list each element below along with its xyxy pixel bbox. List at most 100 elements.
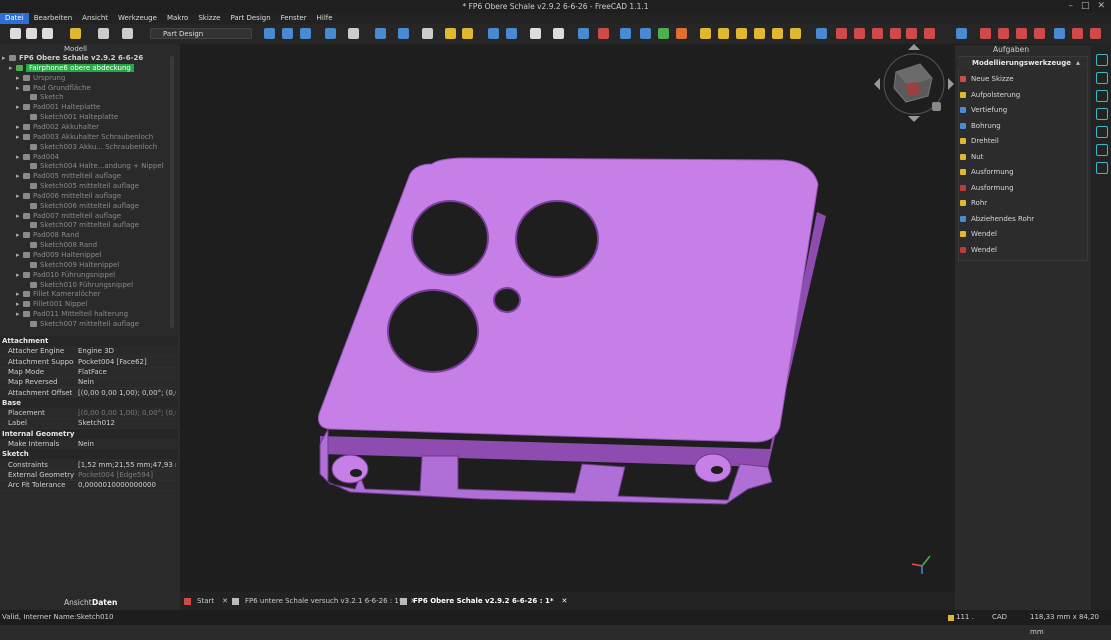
- tree-item[interactable]: ▸ Fillet Kameralöcher: [2, 289, 188, 299]
- helix-tool-icon[interactable]: [772, 28, 783, 39]
- tree-expand-arrow-icon[interactable]: ▸: [16, 73, 23, 83]
- tree-expand-arrow-icon[interactable]: ▸: [16, 211, 23, 221]
- new-file-icon[interactable]: [10, 28, 21, 39]
- view-tool-icon[interactable]: [1096, 54, 1108, 66]
- tree-item[interactable]: ▸ Pad008 Rand: [2, 230, 188, 240]
- tree-item[interactable]: ▸ Pad006 mittelteil auflage: [2, 191, 188, 201]
- tree-item[interactable]: ▸ Pad009 Haltenippel: [2, 250, 188, 260]
- task-tool-item[interactable]: Ausformung: [960, 181, 1014, 195]
- property-section-header[interactable]: Internal Geometry: [0, 428, 178, 439]
- revolution-tool-icon[interactable]: [718, 28, 729, 39]
- tree-expand-arrow-icon[interactable]: ▸: [16, 102, 23, 112]
- tree-expand-arrow-icon[interactable]: ▸: [16, 299, 23, 309]
- view-tool-icon[interactable]: [1096, 144, 1108, 156]
- tree-item[interactable]: ▸ Pad004: [2, 152, 188, 162]
- tree-item[interactable]: ▸ Fillet001 Nippel: [2, 299, 188, 309]
- task-tool-item[interactable]: Neue Skizze: [960, 72, 1014, 86]
- property-value[interactable]: FlatFace: [78, 367, 176, 377]
- status-zoom[interactable]: 111 .: [956, 610, 974, 625]
- boolean-icon[interactable]: [956, 28, 967, 39]
- workbench-selector[interactable]: Part Design: [150, 28, 252, 39]
- property-section-header[interactable]: Attachment: [0, 336, 178, 346]
- tree-item[interactable]: Sketch004 Halte...andung + Nippel: [2, 161, 195, 171]
- fit-selection-icon[interactable]: [282, 28, 293, 39]
- property-value[interactable]: Pocket004 [Edge594]: [78, 470, 176, 480]
- navigation-style[interactable]: CAD: [992, 610, 1007, 625]
- maximize-icon[interactable]: □: [1081, 1, 1090, 11]
- tree-expand-arrow-icon[interactable]: ▸: [16, 132, 23, 142]
- property-value[interactable]: Engine 3D: [78, 346, 176, 356]
- task-tool-item[interactable]: Rohr: [960, 196, 987, 210]
- tree-expand-arrow-icon[interactable]: ▸: [16, 289, 23, 299]
- undo-icon[interactable]: [70, 28, 81, 39]
- menu-fenster[interactable]: Fenster: [276, 13, 312, 24]
- close-tab-icon[interactable]: ✕: [561, 597, 567, 605]
- body-icon[interactable]: [578, 28, 589, 39]
- task-tool-item[interactable]: Ausformung: [960, 165, 1014, 179]
- minimize-icon[interactable]: –: [1068, 1, 1073, 11]
- tree-item[interactable]: Sketch: [2, 92, 195, 102]
- menu-ansicht[interactable]: Ansicht: [77, 13, 113, 24]
- shape-binder-icon[interactable]: [658, 28, 669, 39]
- redo-icon[interactable]: [98, 28, 109, 39]
- task-tool-item[interactable]: Abziehendes Rohr: [960, 212, 1034, 226]
- tree-item[interactable]: ▸ Pad Grundfläche: [2, 83, 188, 93]
- task-tool-item[interactable]: Nut: [960, 150, 983, 164]
- macro-icon[interactable]: [530, 28, 541, 39]
- tree-expand-arrow-icon[interactable]: ▸: [16, 191, 23, 201]
- refresh-icon[interactable]: [122, 28, 133, 39]
- view-front-icon[interactable]: [325, 28, 336, 39]
- subtractive-helix-icon[interactable]: [906, 28, 917, 39]
- property-value[interactable]: Nein: [78, 377, 176, 387]
- close-icon[interactable]: ✕: [1097, 1, 1105, 11]
- view-tool-icon[interactable]: [1096, 72, 1108, 84]
- tree-item[interactable]: Sketch003 Akku... Schraubenloch: [2, 142, 195, 152]
- tree-expand-arrow-icon[interactable]: ▸: [16, 152, 23, 162]
- tree-item[interactable]: ▸ Pad010 Führungsnippel: [2, 270, 188, 280]
- tree-item[interactable]: Sketch010 Führungsnippel: [2, 280, 195, 290]
- draft-icon[interactable]: [1016, 28, 1027, 39]
- view-tool-icon[interactable]: [1096, 162, 1108, 174]
- property-row[interactable]: Arc Fit Tolerance 0,0000010000000000: [0, 480, 176, 492]
- tree-scrollbar[interactable]: [170, 56, 174, 328]
- 3d-viewport[interactable]: [180, 44, 955, 592]
- view-cube-icon[interactable]: [300, 28, 311, 39]
- model-tree[interactable]: ▸ FP6 Obere Schale v2.9.2 6-6-26 ▸ Fairphon…: [2, 53, 174, 333]
- groove-tool-icon[interactable]: [854, 28, 865, 39]
- draw-style-icon[interactable]: [348, 28, 359, 39]
- chevron-up-icon[interactable]: ▴: [1076, 58, 1080, 67]
- part-icon[interactable]: [445, 28, 456, 39]
- fit-all-icon[interactable]: [264, 28, 275, 39]
- task-tool-item[interactable]: Vertiefung: [960, 103, 1007, 117]
- property-value[interactable]: 0,0000010000000000: [78, 480, 176, 490]
- save-icon[interactable]: [42, 28, 53, 39]
- menu-hilfe[interactable]: Hilfe: [312, 13, 338, 24]
- task-tool-item[interactable]: Wendel: [960, 227, 997, 241]
- tree-expand-arrow-icon[interactable]: ▸: [16, 171, 23, 181]
- pipe-tool-icon[interactable]: [754, 28, 765, 39]
- task-tool-item[interactable]: Drehteil: [960, 134, 999, 148]
- datum-line-icon[interactable]: [640, 28, 651, 39]
- tree-item[interactable]: ▸ Ursprung: [2, 73, 188, 83]
- mirrored-icon[interactable]: [1054, 28, 1065, 39]
- linear-pattern-icon[interactable]: [1072, 28, 1083, 39]
- tab-ansicht[interactable]: Ansicht: [64, 598, 92, 607]
- tree-item[interactable]: ▸ Pad003 Akkuhalter Schraubenloch: [2, 132, 188, 142]
- tree-expand-arrow-icon[interactable]: ▸: [16, 122, 23, 132]
- group-icon[interactable]: [462, 28, 473, 39]
- link-make-icon[interactable]: [506, 28, 517, 39]
- tree-item[interactable]: ▸ FP6 Obere Schale v2.9.2 6-6-26: [2, 53, 174, 63]
- tree-expand-arrow-icon[interactable]: ▸: [16, 83, 23, 93]
- hole-tool-icon[interactable]: [836, 28, 847, 39]
- link-icon[interactable]: [422, 28, 433, 39]
- tree-expand-arrow-icon[interactable]: ▸: [16, 250, 23, 260]
- whats-this-icon[interactable]: [553, 28, 564, 39]
- document-tab[interactable]: Start ✕: [184, 592, 228, 610]
- view-tool-icon[interactable]: [1096, 108, 1108, 120]
- tree-item[interactable]: ▸ Fairphone6 obere abdeckung: [2, 63, 181, 73]
- property-value[interactable]: [(0,00 0,00 1,00); 0,00°; (0,00 ...: [78, 388, 176, 398]
- tree-item[interactable]: ▸ Pad002 Akkuhalter: [2, 122, 188, 132]
- task-tool-item[interactable]: Bohrung: [960, 119, 1001, 133]
- tree-item[interactable]: Sketch005 mittelteil auflage: [2, 181, 195, 191]
- tree-item[interactable]: Sketch008 Rand: [2, 240, 195, 250]
